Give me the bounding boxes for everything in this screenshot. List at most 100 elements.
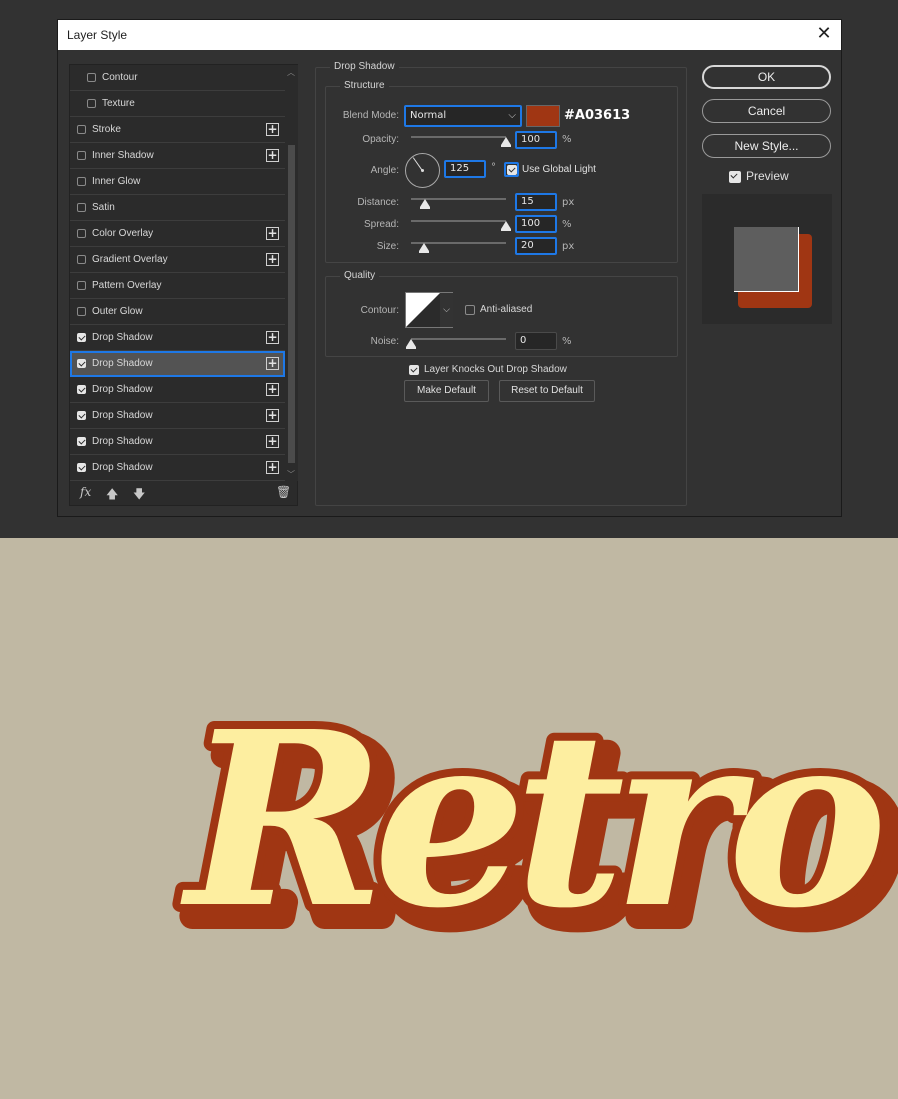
add-effect-icon[interactable]: +: [266, 227, 279, 240]
scroll-down-icon[interactable]: ﹀: [287, 469, 295, 480]
style-item[interactable]: Drop Shadow +: [70, 455, 285, 481]
noise-slider[interactable]: [411, 338, 506, 340]
shadow-color-swatch[interactable]: [526, 105, 560, 127]
noise-field[interactable]: 0: [515, 332, 557, 350]
size-slider-thumb[interactable]: [419, 243, 430, 253]
make-default-button[interactable]: Make Default: [404, 380, 489, 402]
add-effect-icon[interactable]: +: [266, 435, 279, 448]
cancel-button[interactable]: Cancel: [702, 99, 831, 123]
move-up-icon[interactable]: 🡅: [106, 485, 118, 506]
fx-icon[interactable]: fx: [80, 485, 91, 499]
layer-knocks-out-checkbox[interactable]: [409, 365, 419, 375]
style-item-checkbox[interactable]: [77, 125, 86, 134]
spread-unit: %: [562, 219, 572, 230]
style-item-label: Drop Shadow: [92, 436, 153, 447]
chevron-down-icon: ⌵: [440, 293, 453, 327]
style-item-checkbox[interactable]: [77, 307, 86, 316]
retro-text: Retro: [180, 679, 880, 961]
style-item[interactable]: Drop Shadow +: [70, 351, 285, 377]
add-effect-icon[interactable]: +: [266, 409, 279, 422]
style-item[interactable]: Drop Shadow +: [70, 377, 285, 403]
add-effect-icon[interactable]: +: [266, 149, 279, 162]
add-effect-icon[interactable]: +: [266, 123, 279, 136]
new-style-button[interactable]: New Style...: [702, 134, 831, 158]
style-item[interactable]: Color Overlay +: [70, 221, 285, 247]
trash-icon[interactable]: 🗑: [276, 485, 291, 499]
style-item[interactable]: Pattern Overlay: [70, 273, 285, 299]
angle-dial[interactable]: [405, 153, 440, 188]
blend-mode-label: Blend Mode:: [342, 110, 399, 121]
angle-label: Angle:: [370, 165, 399, 176]
size-field[interactable]: 20: [515, 237, 557, 255]
scrollbar[interactable]: ︿ ﹀: [285, 65, 298, 481]
artwork-canvas: Retro Retro Retro: [0, 538, 898, 1099]
opacity-slider-thumb[interactable]: [501, 137, 511, 147]
distance-field[interactable]: 15: [515, 193, 557, 211]
layer-style-dialog: Layer Style ✕ Contour Texture Stroke + Inner…: [57, 19, 842, 517]
drop-shadow-group: Drop Shadow Structure Blend Mode: Normal…: [315, 61, 687, 506]
style-item[interactable]: Drop Shadow +: [70, 403, 285, 429]
style-item[interactable]: Outer Glow: [70, 299, 285, 325]
add-effect-icon[interactable]: +: [266, 461, 279, 474]
opacity-slider[interactable]: [411, 136, 506, 138]
style-item-label: Satin: [92, 202, 115, 213]
style-item-checkbox[interactable]: [77, 437, 86, 446]
anti-aliased-checkbox[interactable]: [465, 305, 475, 315]
style-item[interactable]: Texture: [70, 91, 285, 117]
dialog-title: Layer Style: [67, 28, 128, 42]
spread-label: Spread:: [363, 219, 399, 230]
size-unit: px: [562, 241, 575, 252]
blend-mode-select[interactable]: Normal ⌵: [404, 105, 522, 127]
spread-slider[interactable]: [411, 220, 506, 222]
spread-slider-thumb[interactable]: [501, 221, 511, 231]
style-item-label: Gradient Overlay: [92, 254, 168, 265]
anti-aliased-label: Anti-aliased: [480, 304, 533, 315]
chevron-down-icon: ⌵: [508, 110, 516, 121]
move-down-icon[interactable]: 🡇: [133, 485, 145, 506]
noise-slider-thumb[interactable]: [406, 339, 416, 349]
style-item-checkbox[interactable]: [87, 73, 96, 82]
noise-unit: %: [562, 336, 572, 347]
scrollbar-thumb[interactable]: [288, 145, 295, 463]
contour-picker[interactable]: ⌵: [405, 292, 453, 328]
style-item-checkbox[interactable]: [77, 177, 86, 186]
close-icon[interactable]: ✕: [813, 23, 835, 45]
style-item[interactable]: Stroke +: [70, 117, 285, 143]
distance-slider-thumb[interactable]: [420, 199, 431, 209]
style-item[interactable]: Inner Glow: [70, 169, 285, 195]
preview-checkbox[interactable]: [729, 171, 741, 183]
style-item-checkbox[interactable]: [77, 463, 86, 472]
retro-artwork: Retro Retro Retro: [172, 671, 898, 986]
style-item[interactable]: Satin: [70, 195, 285, 221]
style-item-checkbox[interactable]: [77, 385, 86, 394]
add-effect-icon[interactable]: +: [266, 383, 279, 396]
reset-to-default-button[interactable]: Reset to Default: [499, 380, 595, 402]
add-effect-icon[interactable]: +: [266, 331, 279, 344]
style-item-checkbox[interactable]: [77, 359, 86, 368]
opacity-field[interactable]: 100: [515, 131, 557, 149]
ok-button[interactable]: OK: [702, 65, 831, 89]
style-item[interactable]: Drop Shadow +: [70, 429, 285, 455]
style-item-label: Inner Glow: [92, 176, 141, 187]
preview-thumbnail: [702, 194, 832, 324]
style-item-checkbox[interactable]: [77, 333, 86, 342]
style-item[interactable]: Gradient Overlay +: [70, 247, 285, 273]
spread-field[interactable]: 100: [515, 215, 557, 233]
style-item[interactable]: Contour: [70, 65, 285, 91]
style-item-checkbox[interactable]: [77, 229, 86, 238]
style-item[interactable]: Inner Shadow +: [70, 143, 285, 169]
add-effect-icon[interactable]: +: [266, 357, 279, 370]
angle-field[interactable]: 125: [444, 160, 486, 178]
style-item-label: Drop Shadow: [92, 358, 153, 369]
style-item-checkbox[interactable]: [77, 151, 86, 160]
scroll-up-icon[interactable]: ︿: [287, 67, 295, 78]
style-item-checkbox[interactable]: [77, 203, 86, 212]
use-global-light-checkbox[interactable]: [507, 165, 517, 175]
add-effect-icon[interactable]: +: [266, 253, 279, 266]
style-item[interactable]: Drop Shadow +: [70, 325, 285, 351]
preview-label: Preview: [746, 169, 789, 183]
style-item-checkbox[interactable]: [87, 99, 96, 108]
style-item-checkbox[interactable]: [77, 281, 86, 290]
style-item-checkbox[interactable]: [77, 411, 86, 420]
style-item-checkbox[interactable]: [77, 255, 86, 264]
